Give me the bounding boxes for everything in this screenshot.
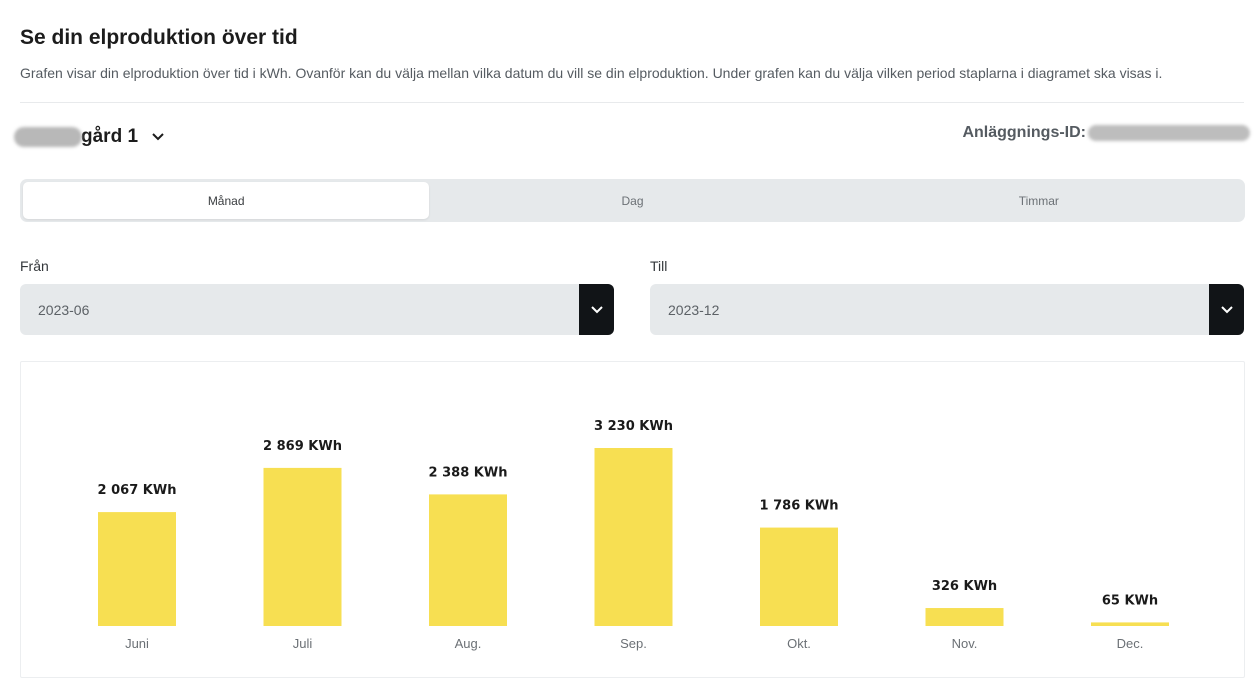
x-tick-label-0: Juni	[125, 636, 149, 651]
bar-2[interactable]	[429, 494, 507, 626]
to-select-chevron-icon[interactable]	[1209, 284, 1244, 335]
to-select[interactable]: 2023-12	[650, 284, 1244, 335]
site-name: gård 1	[81, 126, 139, 147]
bar-value-label-5: 326 KWh	[932, 579, 997, 594]
redacted-facility-id	[1088, 125, 1250, 141]
redacted-site-prefix	[14, 127, 82, 147]
to-label: Till	[650, 258, 668, 274]
chevron-down-icon[interactable]	[152, 131, 164, 143]
bar-value-label-0: 2 067 KWh	[98, 483, 177, 498]
bar-3[interactable]	[594, 448, 673, 626]
period-tabs: Månad Dag Timmar	[20, 179, 1245, 222]
page-title: Se din elproduktion över tid	[20, 26, 298, 49]
x-tick-label-5: Nov.	[952, 636, 978, 651]
x-tick-label-3: Sep.	[620, 636, 647, 651]
x-tick-label-1: Juli	[293, 636, 313, 651]
tab-dag[interactable]: Dag	[429, 182, 835, 219]
bar-0[interactable]	[98, 512, 176, 626]
tab-manad[interactable]: Månad	[23, 182, 430, 219]
from-select-chevron-icon[interactable]	[579, 284, 614, 335]
divider	[20, 102, 1244, 103]
bar-value-label-3: 3 230 KWh	[594, 419, 673, 434]
bar-1[interactable]	[263, 467, 342, 626]
from-select[interactable]: 2023-06	[20, 284, 614, 335]
tab-timmar[interactable]: Timmar	[836, 182, 1242, 219]
bar-5[interactable]	[925, 608, 1004, 626]
bar-6[interactable]	[1091, 622, 1169, 626]
to-select-value: 2023-12	[668, 301, 720, 318]
production-chart: 2 067 KWh Juni 2 869 KWh Juli 2 388 KWh Aug. 3…	[20, 361, 1245, 678]
facility-id: Anläggnings-ID:	[962, 122, 1250, 144]
from-select-value: 2023-06	[38, 301, 90, 318]
x-tick-label-6: Dec.	[1117, 636, 1144, 651]
from-label: Från	[20, 258, 49, 274]
bar-chart-svg: 2 067 KWh Juni 2 869 KWh Juli 2 388 KWh Aug. 3…	[98, 419, 1169, 651]
bar-value-label-6: 65 KWh	[1102, 593, 1158, 608]
x-tick-label-4: Okt.	[787, 636, 811, 651]
bar-4[interactable]	[760, 527, 838, 626]
page-description: Grafen visar din elproduktion över tid i…	[20, 65, 1163, 81]
facility-id-label: Anläggnings-ID:	[962, 124, 1086, 141]
x-tick-label-2: Aug.	[455, 636, 482, 651]
bar-value-label-2: 2 388 KWh	[429, 465, 508, 480]
bar-value-label-4: 1 786 KWh	[760, 499, 839, 514]
bar-value-label-1: 2 869 KWh	[263, 439, 342, 454]
site-selector[interactable]: gård 1	[14, 122, 164, 152]
